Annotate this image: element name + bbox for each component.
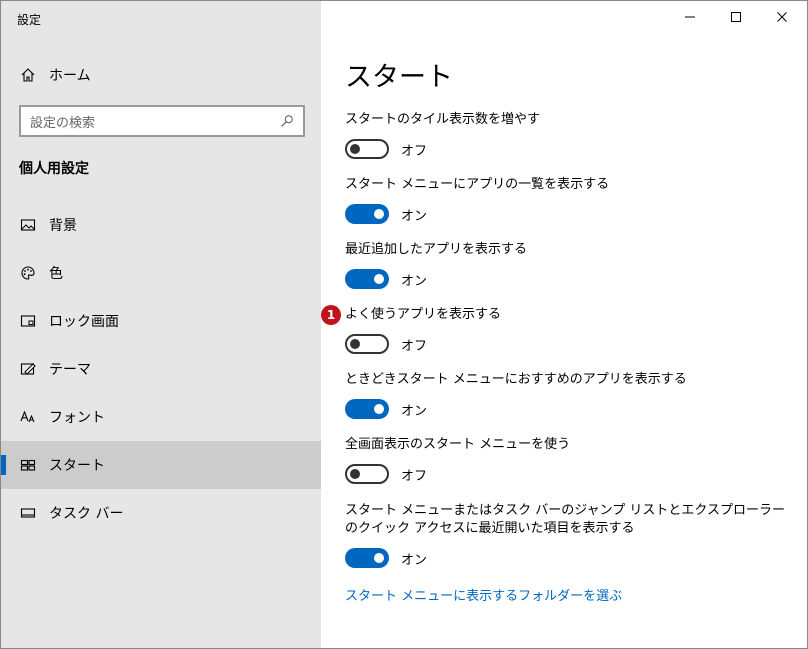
nav-item-label: ロック画面 — [49, 314, 119, 330]
start-icon — [19, 456, 37, 474]
nav-item-lock-screen[interactable]: ロック画面 — [1, 297, 321, 345]
close-icon — [777, 12, 787, 22]
search-input[interactable]: 設定の検索 — [21, 112, 277, 131]
maximize-button[interactable] — [713, 1, 759, 33]
close-button[interactable] — [759, 1, 805, 33]
setting-label: ときどきスタート メニューにおすすめのアプリを表示する — [345, 372, 687, 387]
nav-item-label: 色 — [49, 266, 63, 282]
toggle-switch[interactable] — [345, 548, 389, 568]
nav-item-fonts[interactable]: フォント — [1, 393, 321, 441]
theme-icon — [19, 360, 37, 378]
toggle-state: オン — [401, 273, 428, 289]
settings-window: 設定 ホーム 設定の検索 個人用設定 背景 色 ロック画面 テーマ フォント ス… — [0, 0, 808, 649]
nav-item-label: テーマ — [49, 362, 91, 378]
nav-item-taskbar[interactable]: タスク バー — [1, 489, 321, 537]
choose-folders-link[interactable]: スタート メニューに表示するフォルダーを選ぶ — [345, 585, 622, 604]
toggle-switch[interactable] — [345, 204, 389, 224]
maximize-icon — [731, 12, 741, 22]
home-icon — [19, 66, 37, 84]
toggle-state: オン — [401, 208, 428, 224]
sidebar: 設定 ホーム 設定の検索 個人用設定 背景 色 ロック画面 テーマ フォント ス… — [1, 1, 321, 648]
toggle-state: オフ — [401, 338, 428, 354]
nav-item-label: タスク バー — [49, 506, 124, 522]
annotation-badge: 1 — [321, 305, 341, 325]
page-title: スタート — [345, 62, 453, 93]
toggle-switch[interactable] — [345, 334, 389, 354]
toggle-switch[interactable] — [345, 269, 389, 289]
nav-home[interactable]: ホーム — [1, 59, 321, 91]
setting-recent-items: スタート メニューまたはタスク バーのジャンプ リストとエクスプローラーのクイッ… — [345, 502, 785, 569]
search-icon[interactable] — [277, 111, 297, 131]
nav-item-label: 背景 — [49, 218, 77, 234]
nav-item-background[interactable]: 背景 — [1, 201, 321, 249]
nav-item-theme[interactable]: テーマ — [1, 345, 321, 393]
nav-item-label: フォント — [49, 410, 105, 426]
toggle-state: オン — [401, 403, 428, 419]
minimize-button[interactable] — [667, 1, 713, 33]
setting-label: よく使うアプリを表示する — [345, 307, 502, 322]
setting-suggestions: ときどきスタート メニューにおすすめのアプリを表示する オン — [345, 371, 785, 420]
nav-item-colors[interactable]: 色 — [1, 249, 321, 297]
toggle-state: オフ — [401, 468, 428, 484]
palette-icon — [19, 264, 37, 282]
nav-list: 背景 色 ロック画面 テーマ フォント スタート タスク バー — [1, 201, 321, 537]
minimize-icon — [685, 16, 695, 18]
setting-app-list: スタート メニューにアプリの一覧を表示する オン — [345, 176, 785, 225]
setting-label: スタート メニューまたはタスク バーのジャンプ リストとエクスプローラーのクイッ… — [345, 503, 785, 536]
toggle-switch[interactable] — [345, 464, 389, 484]
setting-most-used: よく使うアプリを表示する オフ — [345, 306, 785, 355]
setting-recently-added: 最近追加したアプリを表示する オン — [345, 241, 785, 290]
app-title: 設定 — [17, 13, 42, 27]
toggle-state: オン — [401, 552, 428, 568]
toggle-switch[interactable] — [345, 139, 389, 159]
nav-item-label: スタート — [49, 458, 105, 474]
picture-icon — [19, 216, 37, 234]
setting-label: 全画面表示のスタート メニューを使う — [345, 437, 571, 452]
main-panel: スタート スタートのタイル表示数を増やす オフ スタート メニューにアプリの一覧… — [321, 1, 807, 648]
nav-home-label: ホーム — [49, 68, 91, 84]
setting-full-screen: 全画面表示のスタート メニューを使う オフ — [345, 436, 785, 485]
lock-screen-icon — [19, 312, 37, 330]
section-title: 個人用設定 — [19, 161, 89, 177]
setting-label: スタートのタイル表示数を増やす — [345, 112, 541, 127]
font-icon — [19, 408, 37, 426]
setting-label: スタート メニューにアプリの一覧を表示する — [345, 177, 610, 192]
taskbar-icon — [19, 504, 37, 522]
setting-label: 最近追加したアプリを表示する — [345, 242, 528, 257]
search-box[interactable]: 設定の検索 — [19, 105, 305, 137]
toggle-state: オフ — [401, 143, 428, 159]
toggle-switch[interactable] — [345, 399, 389, 419]
setting-more-tiles: スタートのタイル表示数を増やす オフ — [345, 111, 785, 160]
nav-item-start[interactable]: スタート — [1, 441, 321, 489]
